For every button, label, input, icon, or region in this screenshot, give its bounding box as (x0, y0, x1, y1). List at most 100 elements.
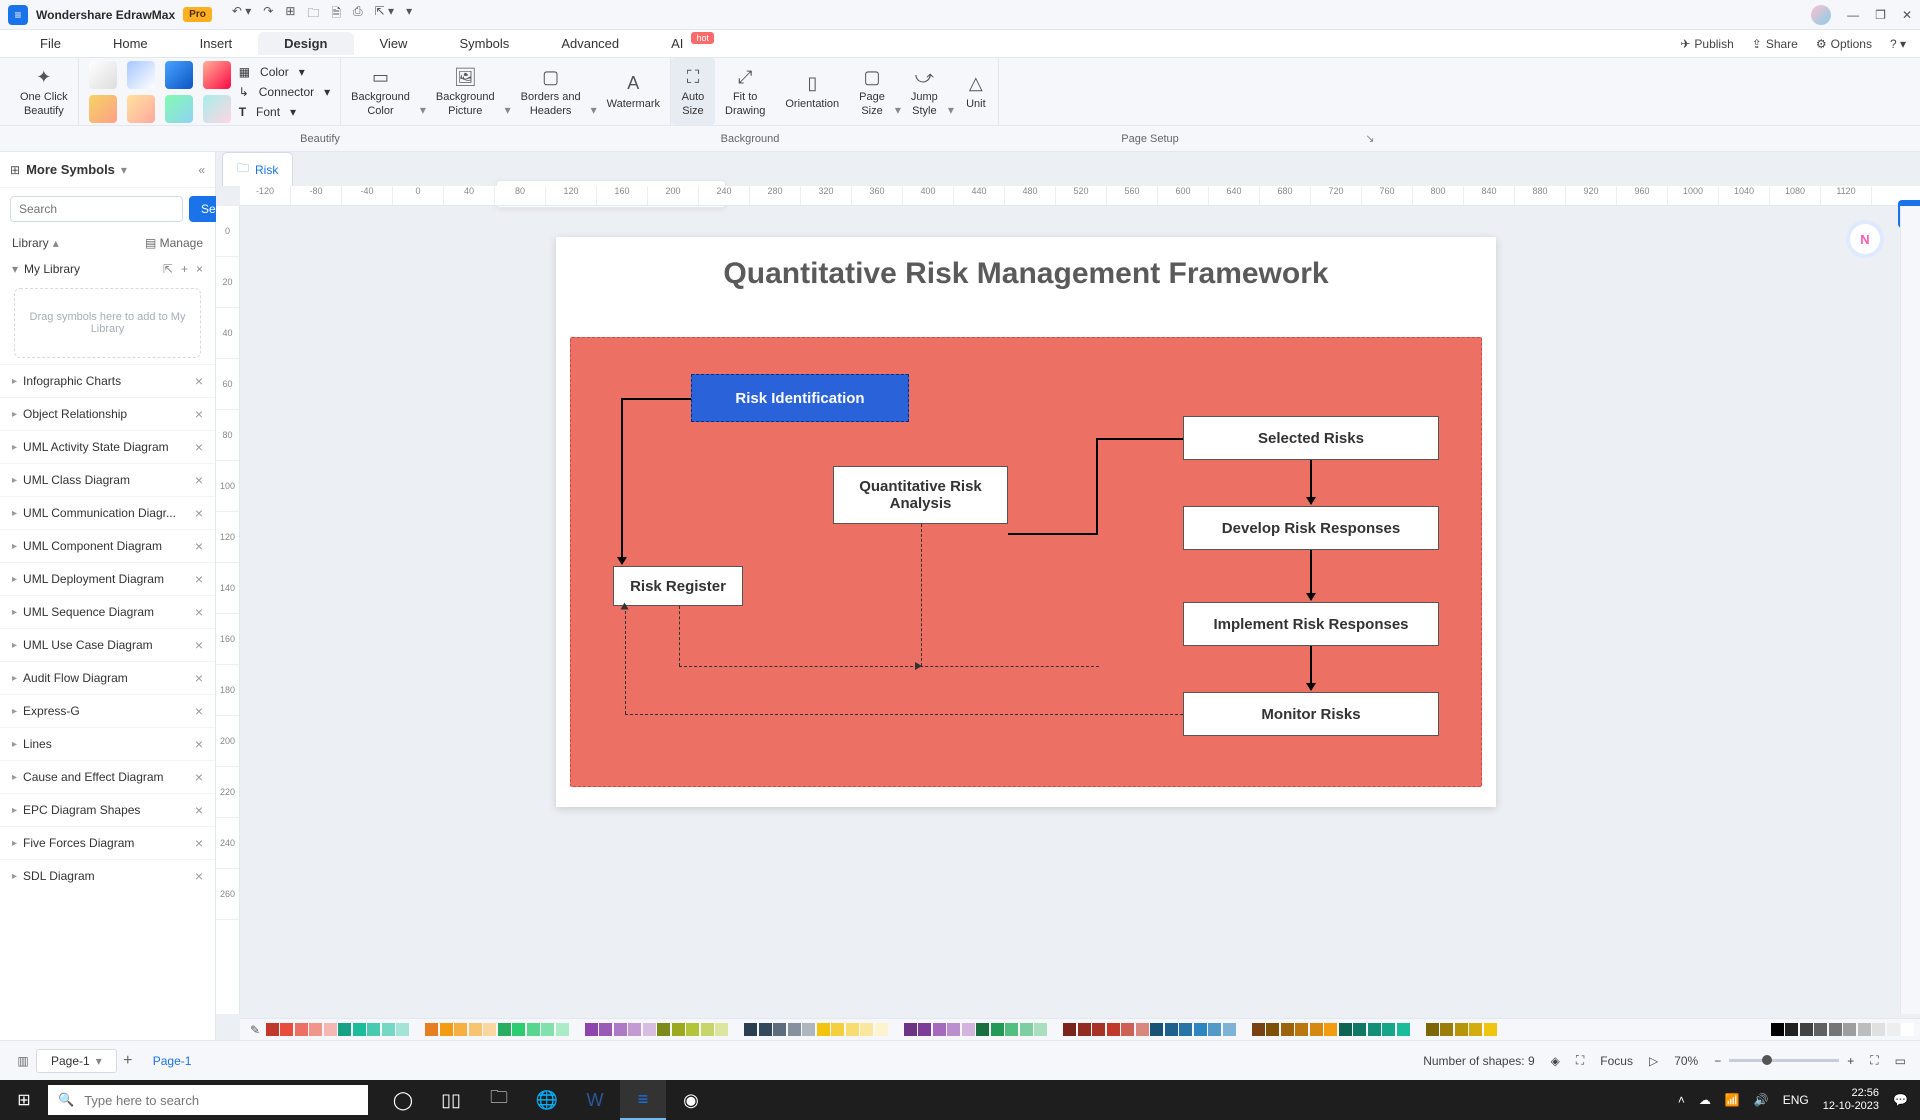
close-icon[interactable]: × (195, 472, 203, 488)
color-swatch[interactable] (309, 1023, 322, 1036)
sidebar-category[interactable]: ▸Lines× (0, 727, 215, 760)
save-icon[interactable]: 🗎 (331, 4, 341, 25)
manage-button[interactable]: ▤ Manage (145, 236, 203, 250)
color-swatch[interactable] (947, 1023, 960, 1036)
color-swatch[interactable] (846, 1023, 859, 1036)
color-swatch[interactable] (1150, 1023, 1163, 1036)
box-risk-identification[interactable]: Risk Identification (691, 374, 909, 422)
open-icon[interactable]: 🗀 (307, 4, 319, 25)
gray-swatch[interactable] (1872, 1023, 1885, 1036)
color-swatch[interactable] (483, 1023, 496, 1036)
zoom-in-button[interactable]: + (1847, 1054, 1854, 1068)
color-swatch[interactable] (1078, 1023, 1091, 1036)
mylib-export-icon[interactable]: ⇱ (163, 262, 173, 276)
active-page-tab[interactable]: Page-1 (139, 1050, 206, 1072)
color-swatch[interactable] (657, 1023, 670, 1036)
share-button[interactable]: ⇪Share (1752, 37, 1798, 51)
page-selector[interactable]: Page-1▾ (36, 1049, 117, 1073)
color-swatch[interactable] (396, 1023, 409, 1036)
gray-swatch[interactable] (1858, 1023, 1871, 1036)
color-swatch[interactable] (469, 1023, 482, 1036)
gray-swatch[interactable] (1785, 1023, 1798, 1036)
zoom-slider[interactable] (1729, 1059, 1839, 1062)
color-swatch[interactable] (440, 1023, 453, 1036)
sidebar-category[interactable]: ▸UML Communication Diagr...× (0, 496, 215, 529)
bg-picture-button[interactable]: 🖼Background Picture (426, 58, 505, 125)
sidebar-category[interactable]: ▸UML Sequence Diagram× (0, 595, 215, 628)
right-toolbar[interactable] (1900, 206, 1920, 1014)
color-swatch[interactable] (1426, 1023, 1439, 1036)
gray-swatch[interactable] (1887, 1023, 1900, 1036)
color-swatch[interactable] (889, 1023, 902, 1036)
connector-dropdown[interactable]: ↳Connector▾ (239, 85, 330, 99)
color-swatch[interactable] (585, 1023, 598, 1036)
focus-button[interactable]: Focus (1600, 1054, 1633, 1068)
tray-chevron-icon[interactable]: ˄ (1678, 1093, 1685, 1107)
oneclick-beautify-button[interactable]: ✦ One Click Beautify (10, 58, 79, 125)
windows-start-button[interactable]: ⊞ (0, 1090, 48, 1110)
color-swatch[interactable] (411, 1023, 424, 1036)
sidebar-category[interactable]: ▸SDL Diagram× (0, 859, 215, 892)
gray-swatch[interactable] (1800, 1023, 1813, 1036)
menu-view[interactable]: View (354, 32, 434, 55)
color-swatch[interactable] (1092, 1023, 1105, 1036)
sidebar-category[interactable]: ▸EPC Diagram Shapes× (0, 793, 215, 826)
color-swatch[interactable] (759, 1023, 772, 1036)
color-swatch[interactable] (324, 1023, 337, 1036)
mylib-dropzone[interactable]: Drag symbols here to add to My Library (14, 288, 201, 358)
close-icon[interactable]: × (195, 637, 203, 653)
color-swatch[interactable] (512, 1023, 525, 1036)
page-size-button[interactable]: ▢Page Size (849, 58, 895, 125)
explorer-icon[interactable]: 🗀 (476, 1080, 522, 1120)
canvas-page[interactable]: Quantitative Risk Management Framework R… (556, 237, 1496, 807)
menu-design[interactable]: Design (258, 32, 353, 55)
box-risk-register[interactable]: Risk Register (613, 566, 743, 606)
color-swatch[interactable] (875, 1023, 888, 1036)
color-swatch[interactable] (1310, 1023, 1323, 1036)
color-swatch[interactable] (1281, 1023, 1294, 1036)
color-swatch[interactable] (1107, 1023, 1120, 1036)
borders-headers-button[interactable]: ▢Borders and Headers (511, 58, 591, 125)
tray-lang-label[interactable]: ENG (1783, 1093, 1809, 1107)
color-swatch[interactable] (1324, 1023, 1337, 1036)
sidebar-category[interactable]: ▸UML Class Diagram× (0, 463, 215, 496)
new-icon[interactable]: ⊞ (285, 4, 295, 25)
sidebar-category[interactable]: ▸UML Component Diagram× (0, 529, 215, 562)
color-swatch[interactable] (1121, 1023, 1134, 1036)
color-swatch[interactable] (643, 1023, 656, 1036)
sidebar-category[interactable]: ▸UML Activity State Diagram× (0, 430, 215, 463)
sidebar-category[interactable]: ▸Cause and Effect Diagram× (0, 760, 215, 793)
color-swatch[interactable] (1339, 1023, 1352, 1036)
close-icon[interactable]: × (195, 406, 203, 422)
color-swatch[interactable] (1237, 1023, 1250, 1036)
color-swatch[interactable] (266, 1023, 279, 1036)
box-implement-responses[interactable]: Implement Risk Responses (1183, 602, 1439, 646)
close-icon[interactable]: × (195, 538, 203, 554)
beautify-swatches[interactable] (79, 58, 235, 125)
color-swatch[interactable] (295, 1023, 308, 1036)
box-selected-risks[interactable]: Selected Risks (1183, 416, 1439, 460)
menu-file[interactable]: File (14, 32, 87, 55)
color-swatch[interactable] (1049, 1023, 1062, 1036)
menu-insert[interactable]: Insert (174, 32, 259, 55)
color-swatch[interactable] (556, 1023, 569, 1036)
fullscreen-icon[interactable]: ⛶ (1870, 1053, 1878, 1068)
close-icon[interactable]: × (195, 835, 203, 851)
color-swatch[interactable] (918, 1023, 931, 1036)
chrome-icon[interactable]: ◉ (668, 1080, 714, 1120)
close-button[interactable]: ✕ (1902, 8, 1912, 22)
color-swatch[interactable] (1005, 1023, 1018, 1036)
play-icon[interactable]: ▷ (1649, 1054, 1658, 1068)
publish-button[interactable]: ✈Publish (1680, 37, 1733, 51)
undo-icon[interactable]: ↶ ▾ (232, 4, 251, 25)
box-develop-responses[interactable]: Develop Risk Responses (1183, 506, 1439, 550)
color-swatch[interactable] (1484, 1023, 1497, 1036)
eyedropper-icon[interactable]: ✎ (246, 1023, 264, 1037)
tray-onedrive-icon[interactable]: ☁ (1699, 1093, 1711, 1107)
color-swatch[interactable] (802, 1023, 815, 1036)
color-swatch[interactable] (1179, 1023, 1192, 1036)
avatar[interactable] (1811, 5, 1831, 25)
gray-swatch[interactable] (1829, 1023, 1842, 1036)
color-palette-strip[interactable]: ✎ (240, 1018, 1920, 1040)
library-label[interactable]: Library (12, 236, 49, 250)
